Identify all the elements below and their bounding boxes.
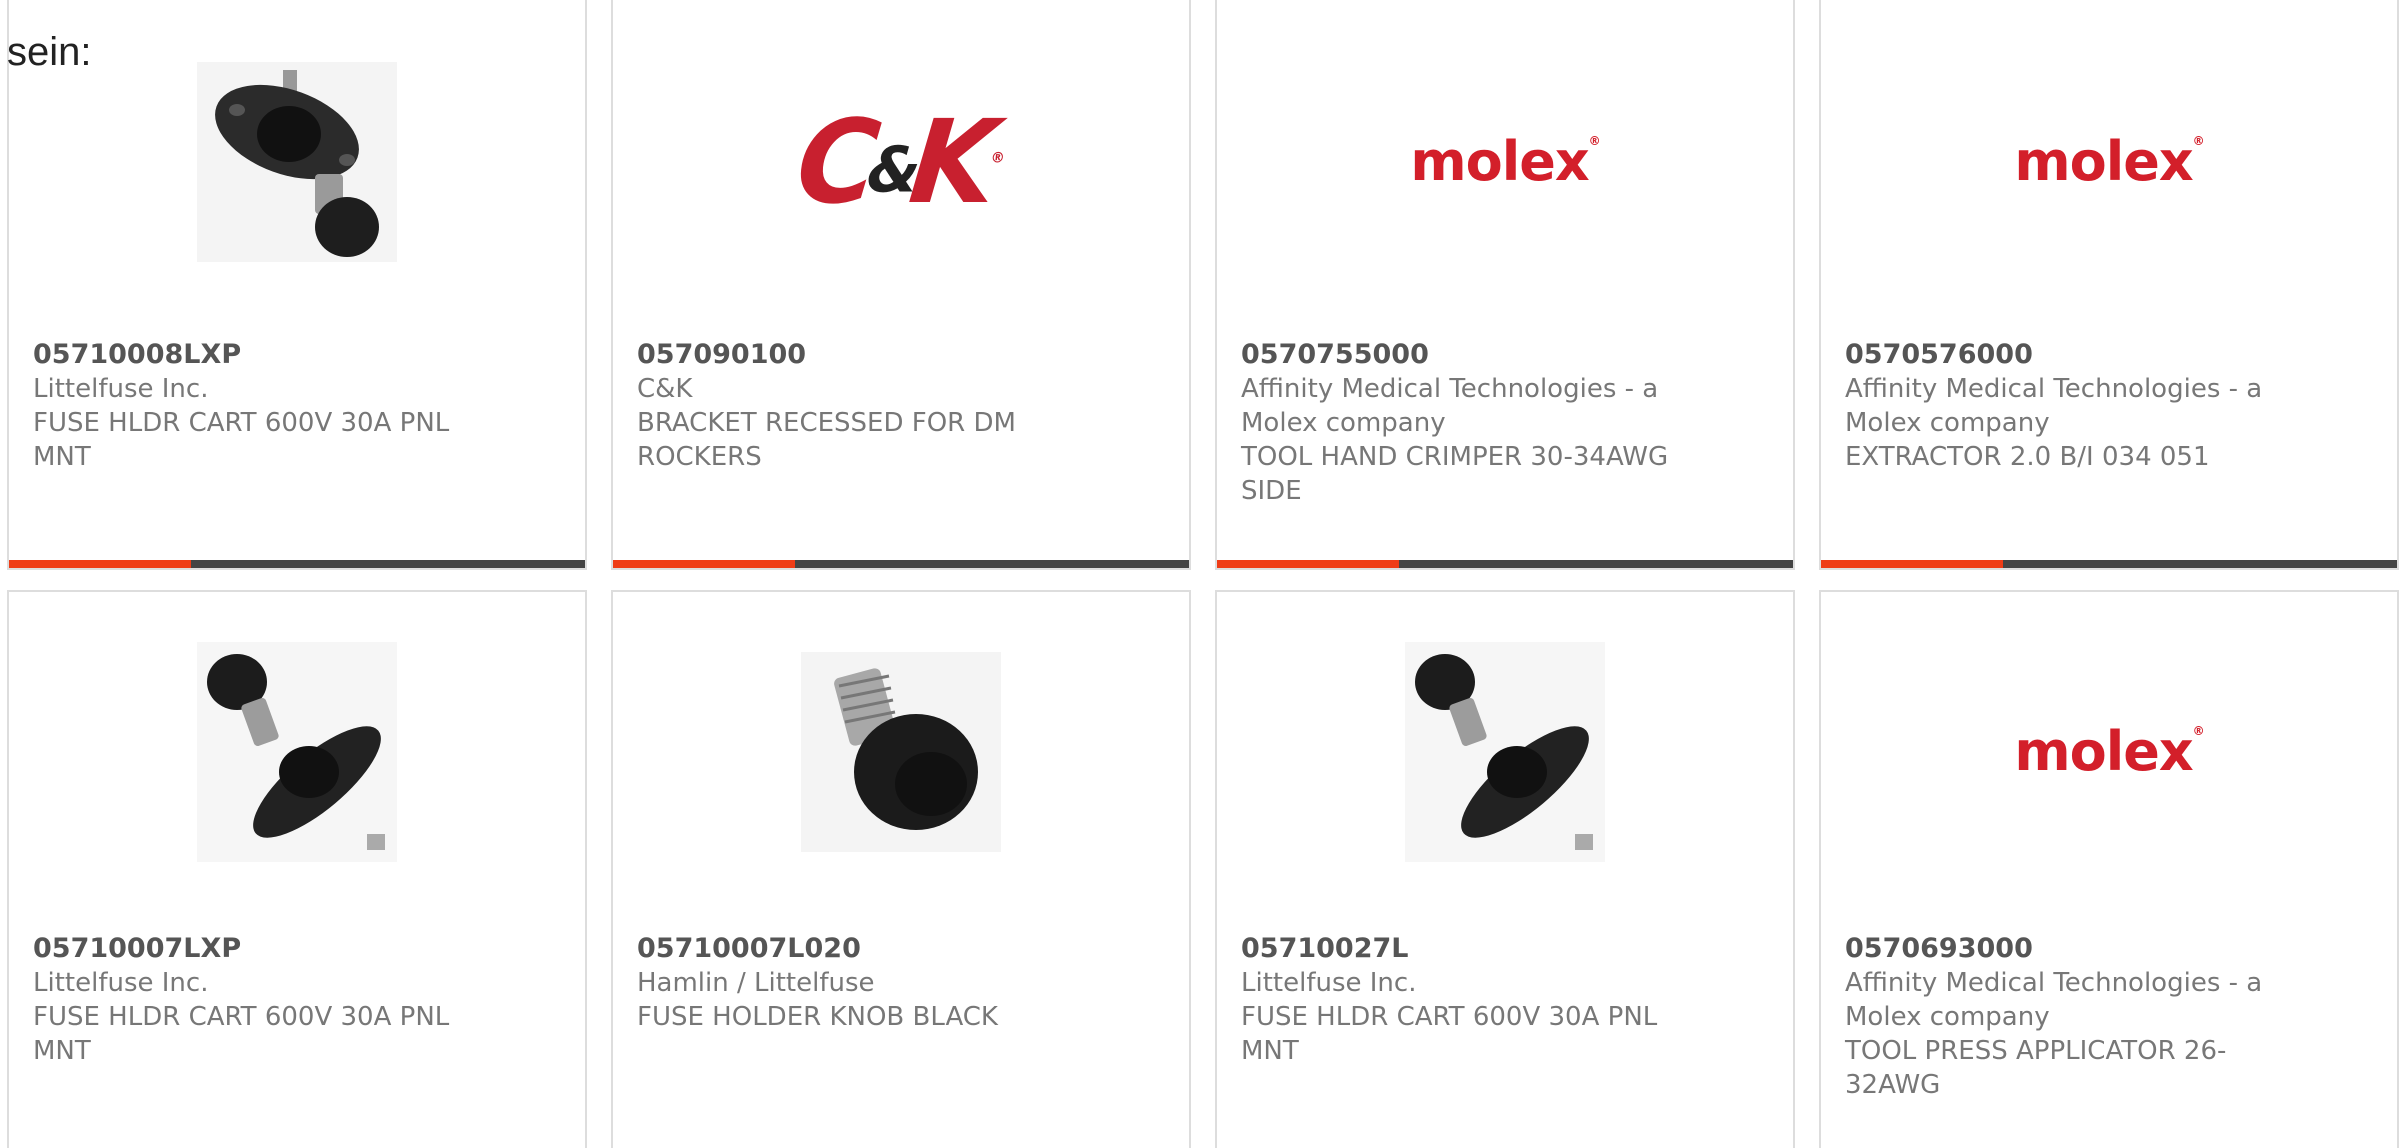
product-image[interactable]: C&K® bbox=[613, 42, 1189, 282]
ck-logo: C&K® bbox=[790, 94, 1006, 230]
product-info: 0570693000 Affinity Medical Technologies… bbox=[1845, 932, 2285, 1102]
part-number[interactable]: 0570755000 bbox=[1241, 338, 1681, 372]
part-number[interactable]: 0570576000 bbox=[1845, 338, 2285, 372]
card-accent-bar bbox=[1821, 560, 2003, 568]
part-number[interactable]: 057090100 bbox=[637, 338, 1077, 372]
product-image[interactable] bbox=[613, 632, 1189, 872]
description: FUSE HOLDER KNOB BLACK bbox=[637, 1002, 998, 1032]
manufacturer: Littelfuse Inc. bbox=[33, 968, 209, 998]
product-info: 05710027L Littelfuse Inc. FUSE HLDR CART… bbox=[1241, 932, 1681, 1068]
manufacturer: Affinity Medical Technologies - a Molex … bbox=[1845, 968, 2263, 1032]
description: TOOL PRESS APPLICATOR 26-32AWG bbox=[1845, 1036, 2227, 1100]
description: FUSE HLDR CART 600V 30A PNL MNT bbox=[33, 408, 450, 472]
description: FUSE HLDR CART 600V 30A PNL MNT bbox=[33, 1002, 450, 1066]
product-card[interactable]: 05710007LXP Littelfuse Inc. FUSE HLDR CA… bbox=[7, 590, 587, 1148]
manufacturer: Littelfuse Inc. bbox=[33, 374, 209, 404]
part-number[interactable]: 05710007L020 bbox=[637, 932, 1077, 966]
manufacturer: Affinity Medical Technologies - a Molex … bbox=[1241, 374, 1659, 438]
manufacturer: C&K bbox=[637, 374, 693, 404]
part-number[interactable]: 05710027L bbox=[1241, 932, 1681, 966]
product-info: 0570576000 Affinity Medical Technologies… bbox=[1845, 338, 2285, 474]
molex-logo: molex® bbox=[2014, 720, 2204, 783]
product-info: 05710007LXP Littelfuse Inc. FUSE HLDR CA… bbox=[33, 932, 473, 1068]
fuse-holder-panel-photo bbox=[197, 62, 397, 262]
product-card[interactable]: molex® 0570693000 Affinity Medical Techn… bbox=[1819, 590, 2399, 1148]
description: EXTRACTOR 2.0 B/I 034 051 bbox=[1845, 442, 2210, 472]
product-card[interactable]: molex® 0570576000 Affinity Medical Techn… bbox=[1819, 0, 2399, 570]
part-number[interactable]: 05710008LXP bbox=[33, 338, 473, 372]
manufacturer: Littelfuse Inc. bbox=[1241, 968, 1417, 998]
product-image[interactable]: molex® bbox=[1821, 42, 2397, 282]
product-image[interactable] bbox=[1217, 632, 1793, 872]
fuse-holder-knob-photo bbox=[1405, 642, 1605, 862]
manufacturer: Affinity Medical Technologies - a Molex … bbox=[1845, 374, 2263, 438]
product-card[interactable]: 05710008LXP Littelfuse Inc. FUSE HLDR CA… bbox=[7, 0, 587, 570]
product-image[interactable] bbox=[9, 42, 585, 282]
part-number[interactable]: 0570693000 bbox=[1845, 932, 2285, 966]
description: FUSE HLDR CART 600V 30A PNL MNT bbox=[1241, 1002, 1658, 1066]
product-image[interactable]: molex® bbox=[1217, 42, 1793, 282]
intro-text: sein: bbox=[7, 30, 92, 74]
card-accent-bar bbox=[9, 560, 191, 568]
product-card[interactable]: molex® 0570755000 Affinity Medical Techn… bbox=[1215, 0, 1795, 570]
product-info: 05710008LXP Littelfuse Inc. FUSE HLDR CA… bbox=[33, 338, 473, 474]
product-info: 0570755000 Affinity Medical Technologies… bbox=[1241, 338, 1681, 508]
product-card[interactable]: C&K® 057090100 C&K BRACKET RECESSED FOR … bbox=[611, 0, 1191, 570]
product-card[interactable]: 05710007L020 Hamlin / Littelfuse FUSE HO… bbox=[611, 590, 1191, 1148]
product-image[interactable]: molex® bbox=[1821, 632, 2397, 872]
part-number[interactable]: 05710007LXP bbox=[33, 932, 473, 966]
product-image[interactable] bbox=[9, 632, 585, 872]
fuse-holder-knob-photo bbox=[197, 642, 397, 862]
card-bottom-bar bbox=[1821, 560, 2397, 568]
product-grid: 05710008LXP Littelfuse Inc. FUSE HLDR CA… bbox=[7, 0, 2400, 1148]
product-card[interactable]: 05710027L Littelfuse Inc. FUSE HLDR CART… bbox=[1215, 590, 1795, 1148]
card-accent-bar bbox=[613, 560, 795, 568]
card-bottom-bar bbox=[1217, 560, 1793, 568]
card-bottom-bar bbox=[9, 560, 585, 568]
molex-logo: molex® bbox=[1410, 130, 1600, 193]
description: TOOL HAND CRIMPER 30-34AWG SIDE bbox=[1241, 442, 1669, 506]
manufacturer: Hamlin / Littelfuse bbox=[637, 968, 875, 998]
card-accent-bar bbox=[1217, 560, 1399, 568]
product-info: 057090100 C&K BRACKET RECESSED FOR DM RO… bbox=[637, 338, 1077, 474]
description: BRACKET RECESSED FOR DM ROCKERS bbox=[637, 408, 1016, 472]
fuse-knob-photo bbox=[801, 652, 1001, 852]
molex-logo: molex® bbox=[2014, 130, 2204, 193]
product-info: 05710007L020 Hamlin / Littelfuse FUSE HO… bbox=[637, 932, 1077, 1034]
card-bottom-bar bbox=[613, 560, 1189, 568]
